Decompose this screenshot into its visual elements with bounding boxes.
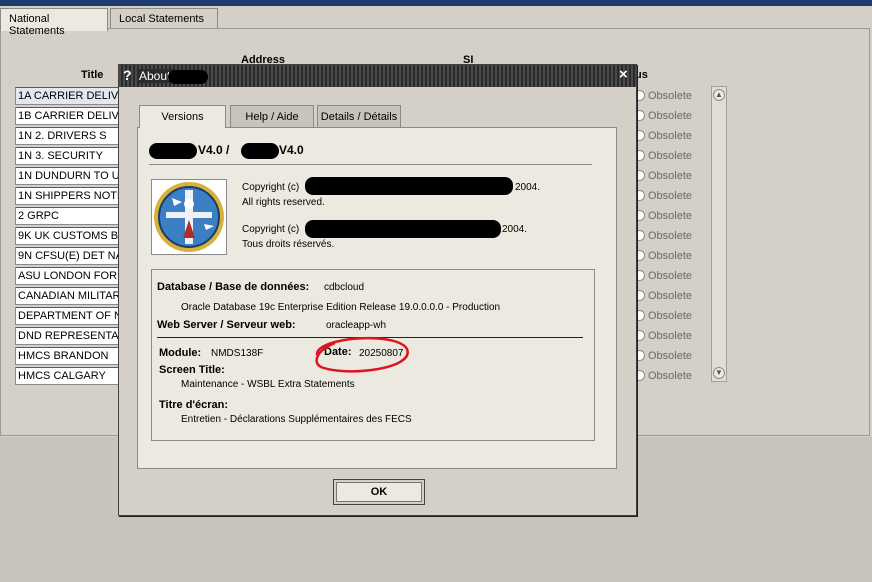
copyright-fr-rights: Tous droits réservés.	[242, 239, 335, 250]
obsolete-radio[interactable]: Obsolete	[634, 270, 692, 288]
obsolete-label: Obsolete	[648, 150, 693, 162]
tab-help[interactable]: Help / Aide	[230, 105, 314, 127]
obsolete-label: Obsolete	[648, 210, 693, 222]
obsolete-label: Obsolete	[648, 370, 693, 382]
title-field[interactable]: ASU LONDON FOR L	[15, 267, 121, 285]
screen-title-value: Maintenance - WSBL Extra Statements	[181, 379, 355, 390]
obsolete-label: Obsolete	[648, 190, 693, 202]
title-field[interactable]: DND REPRESENTATIV	[15, 327, 121, 345]
obsolete-label: Obsolete	[648, 270, 693, 282]
title-field[interactable]: CANADIAN MILITARY	[15, 287, 121, 305]
title-field[interactable]: 1N SHIPPERS NOTE F	[15, 187, 121, 205]
scroll-up-icon[interactable]: ▲	[713, 89, 725, 101]
copyright-en: Copyright (c)	[242, 182, 300, 193]
copyright-en-rights: All rights reserved.	[242, 197, 325, 208]
database-label: Database / Base de données:	[157, 281, 310, 293]
main-tab-strip: National Statements Local Statements	[0, 6, 872, 37]
obsolete-label: Obsolete	[648, 310, 693, 322]
tab-local-statements[interactable]: Local Statements	[110, 8, 218, 30]
obsolete-radio[interactable]: Obsolete	[634, 230, 692, 248]
title-field[interactable]: 1N DUNDURN TO US	[15, 167, 121, 185]
divider	[149, 164, 592, 165]
screen-title-label: Screen Title:	[159, 364, 225, 376]
title-field[interactable]: 1A CARRIER DELIVERY	[15, 87, 121, 105]
copyright-fr-year: 2004.	[502, 224, 528, 235]
obsolete-radio[interactable]: Obsolete	[634, 150, 692, 168]
title-field[interactable]: 9K UK CUSTOMS BLO	[15, 227, 121, 245]
obsolete-label: Obsolete	[648, 130, 693, 142]
obsolete-radio[interactable]: Obsolete	[634, 370, 692, 388]
obsolete-radio[interactable]: Obsolete	[634, 210, 692, 228]
redaction-mark	[149, 143, 197, 159]
title-field[interactable]: HMCS CALGARY	[15, 367, 121, 385]
obsolete-radio[interactable]: Obsolete	[634, 130, 692, 148]
obsolete-radio[interactable]: Obsolete	[634, 350, 692, 368]
help-question-icon: ?	[123, 67, 132, 83]
obsolete-radio[interactable]: Obsolete	[634, 310, 692, 328]
obsolete-radio[interactable]: Obsolete	[634, 170, 692, 188]
tab-details[interactable]: Details / Détails	[317, 105, 401, 127]
obsolete-label: Obsolete	[648, 230, 693, 242]
dialog-title-bar: ? About ×	[119, 65, 636, 87]
obsolete-label: Obsolete	[648, 170, 693, 182]
about-dialog: ? About × Versions Help / Aide Details /…	[118, 64, 637, 516]
titre-value: Entretien - Déclarations Supplémentaires…	[181, 414, 412, 425]
annotation-circle	[315, 336, 409, 373]
obsolete-label: Obsolete	[648, 330, 693, 342]
obsolete-radio[interactable]: Obsolete	[634, 290, 692, 308]
titre-label: Titre d'écran:	[159, 399, 229, 411]
database-value: cdbcloud	[324, 282, 365, 293]
tab-national-statements[interactable]: National Statements	[0, 8, 108, 37]
module-value: NMDS138F	[211, 348, 264, 359]
obsolete-radio[interactable]: Obsolete	[634, 330, 692, 348]
vertical-scrollbar[interactable]: ▲ ▼	[711, 86, 727, 382]
title-field[interactable]: HMCS BRANDON	[15, 347, 121, 365]
obsolete-label: Obsolete	[648, 350, 693, 362]
tab-versions[interactable]: Versions	[139, 105, 226, 128]
title-field[interactable]: 2 GRPC	[15, 207, 121, 225]
organization-crest-logo	[151, 179, 227, 255]
title-field[interactable]: 1B CARRIER DELIVERY	[15, 107, 121, 125]
close-icon[interactable]: ×	[619, 66, 628, 83]
redaction-mark	[305, 220, 501, 238]
obsolete-label: Obsolete	[648, 90, 693, 102]
obsolete-label: Obsolete	[648, 290, 693, 302]
title-field[interactable]: 1N 2. DRIVERS S	[15, 127, 121, 145]
module-label: Module:	[159, 347, 202, 359]
title-field[interactable]: 1N 3. SECURITY	[15, 147, 121, 165]
obsolete-radio[interactable]: Obsolete	[634, 190, 692, 208]
version-label-b: V4.0	[279, 143, 304, 157]
redaction-mark	[241, 143, 279, 159]
webserver-label: Web Server / Serveur web:	[157, 319, 296, 331]
version-label-a: V4.0 /	[198, 143, 230, 157]
obsolete-radio[interactable]: Obsolete	[634, 90, 692, 108]
copyright-fr: Copyright (c)	[242, 224, 300, 235]
title-field[interactable]: DEPARTMENT OF NA	[15, 307, 121, 325]
obsolete-label: Obsolete	[648, 250, 693, 262]
obsolete-radio[interactable]: Obsolete	[634, 110, 692, 128]
ok-button[interactable]: OK	[333, 479, 425, 505]
copyright-en-year: 2004.	[515, 182, 541, 193]
redaction-mark	[305, 177, 513, 195]
obsolete-label: Obsolete	[648, 110, 693, 122]
scroll-down-icon[interactable]: ▼	[713, 367, 725, 379]
redaction-mark	[168, 70, 208, 84]
obsolete-radio[interactable]: Obsolete	[634, 250, 692, 268]
title-field[interactable]: 9N CFSU(E) DET NAP	[15, 247, 121, 265]
column-header-title: Title	[81, 69, 104, 81]
database-version: Oracle Database 19c Enterprise Edition R…	[181, 302, 501, 313]
